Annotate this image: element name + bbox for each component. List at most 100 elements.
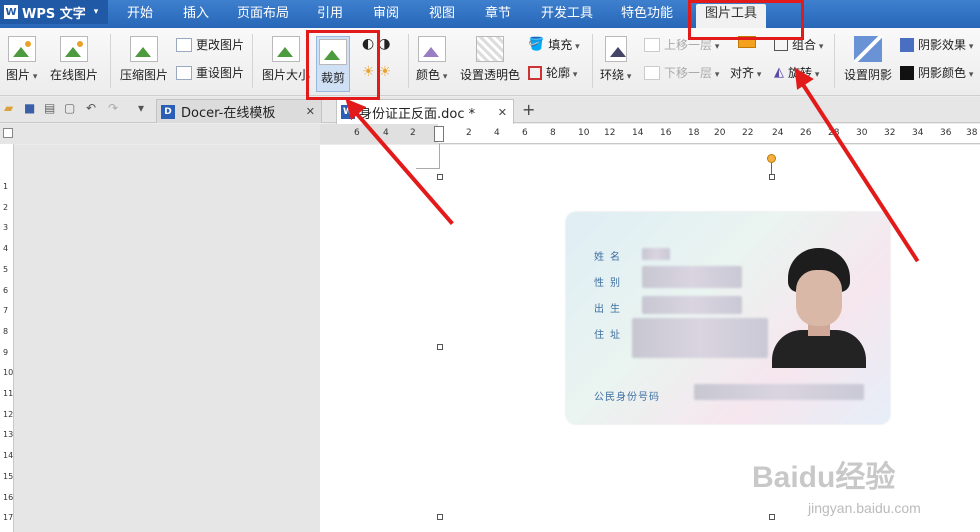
ruler-tick-label: 13 bbox=[3, 430, 14, 440]
document-tab-label: 身份证正反面.doc * bbox=[359, 106, 476, 122]
compress-picture-button[interactable]: 压缩图片 bbox=[120, 36, 168, 83]
ruler-tick-label: 2 bbox=[410, 128, 416, 138]
menu-tab-developer[interactable]: 开发工具 bbox=[534, 4, 600, 28]
brightness-down-icon: ☀ bbox=[378, 64, 392, 80]
id-card-image[interactable]: 姓名 性别 出生 住址 公民身份号码 bbox=[566, 212, 890, 424]
color-label: 颜色 bbox=[416, 66, 447, 83]
close-icon[interactable]: ✕ bbox=[306, 105, 315, 118]
compress-icon bbox=[130, 36, 158, 62]
ruler-tick-label: 9 bbox=[3, 347, 9, 357]
shadow-effect-icon bbox=[900, 37, 914, 52]
menu-tab-view[interactable]: 视图 bbox=[420, 4, 464, 28]
ruler-tick-label: 8 bbox=[550, 128, 556, 138]
fill-label: 填充 bbox=[548, 36, 579, 53]
chevron-down-icon: ▾ bbox=[93, 7, 99, 17]
birth-label: 出生 bbox=[594, 304, 626, 315]
shadow-effect-button[interactable]: 阴影效果 bbox=[900, 36, 973, 53]
resize-handle[interactable] bbox=[769, 174, 775, 180]
outline-button[interactable]: 轮廓 bbox=[528, 64, 577, 81]
print-preview-icon[interactable]: ▢ bbox=[64, 101, 78, 115]
menu-tab-review[interactable]: 审阅 bbox=[364, 4, 408, 28]
rotate-handle[interactable] bbox=[767, 154, 776, 163]
ruler-tick-label: 34 bbox=[912, 128, 924, 138]
ruler-tick-label: 20 bbox=[714, 128, 726, 138]
undo-icon[interactable]: ↶ bbox=[86, 101, 100, 115]
menu-tab-special[interactable]: 特色功能 bbox=[614, 4, 680, 28]
ribbon-divider bbox=[110, 34, 111, 88]
new-tab-button[interactable]: + bbox=[522, 100, 535, 119]
redo-icon[interactable]: ↷ bbox=[108, 101, 122, 115]
contrast-down-icon: ◑ bbox=[378, 36, 391, 52]
resize-handle[interactable] bbox=[437, 344, 443, 350]
ruler-tick-label: 11 bbox=[3, 389, 14, 398]
app-title: WPS 文字 bbox=[22, 6, 86, 22]
picture-button[interactable]: 图片 bbox=[6, 36, 37, 83]
docer-icon: D bbox=[161, 104, 175, 119]
page-corner-mark bbox=[416, 168, 440, 169]
app-menu-button[interactable]: W WPS 文字 ▾ bbox=[0, 0, 108, 24]
gender-value-blurred bbox=[642, 266, 742, 288]
reset-picture-button[interactable]: 重设图片 bbox=[176, 64, 244, 81]
wps-logo-icon: W bbox=[4, 5, 18, 19]
online-picture-icon bbox=[60, 36, 88, 62]
menu-tab-insert[interactable]: 插入 bbox=[174, 4, 218, 28]
set-shadow-button[interactable]: 设置阴影 bbox=[844, 36, 892, 83]
ruler-tick-label: 32 bbox=[884, 128, 896, 138]
ruler-tick-label: 8 bbox=[3, 326, 9, 336]
ruler-tick-label: 38 bbox=[966, 128, 978, 138]
annotation-box-picture-tools bbox=[688, 0, 804, 40]
ruler-tick-label: 6 bbox=[3, 285, 9, 295]
shadow-color-button[interactable]: 阴影颜色 bbox=[900, 64, 973, 81]
annotation-box-crop bbox=[306, 30, 380, 100]
open-folder-icon[interactable]: ▰ bbox=[4, 101, 18, 115]
ruler-corner bbox=[0, 124, 320, 144]
ruler-tick-label: 1 bbox=[3, 182, 9, 191]
ruler-tick-label: 12 bbox=[604, 128, 616, 138]
color-icon bbox=[417, 36, 446, 62]
outline-label: 轮廓 bbox=[546, 64, 577, 81]
tab-stop-selector[interactable] bbox=[3, 128, 13, 138]
menu-tab-home[interactable]: 开始 bbox=[118, 4, 162, 28]
online-picture-label: 在线图片 bbox=[50, 68, 99, 82]
shadow-effect-label: 阴影效果 bbox=[918, 36, 973, 53]
ruler-tick-label: 4 bbox=[383, 128, 389, 138]
change-picture-button[interactable]: 更改图片 bbox=[176, 36, 244, 53]
page-corner-mark bbox=[439, 144, 440, 168]
resize-handle[interactable] bbox=[437, 174, 443, 180]
tab-docer-templates[interactable]: D Docer-在线模板 ✕ bbox=[156, 99, 322, 123]
color-button[interactable]: 颜色 bbox=[416, 36, 447, 83]
menu-tab-chapter[interactable]: 章节 bbox=[476, 4, 520, 28]
set-transparent-button[interactable]: 设置透明色 bbox=[460, 36, 520, 83]
close-icon[interactable]: ✕ bbox=[498, 106, 507, 119]
shadow-color-label: 阴影颜色 bbox=[918, 64, 973, 81]
ruler-tick-label: 14 bbox=[632, 128, 644, 138]
align-button[interactable]: 对齐 bbox=[730, 64, 761, 81]
change-picture-icon bbox=[176, 37, 192, 52]
fill-button[interactable]: 🪣 填充 bbox=[528, 36, 580, 53]
online-picture-button[interactable]: 在线图片 bbox=[50, 36, 98, 83]
quick-access-dropdown-icon[interactable]: ▾ bbox=[138, 101, 152, 115]
compress-label: 压缩图片 bbox=[120, 68, 169, 82]
ruler-tick-label: 18 bbox=[688, 128, 700, 138]
baidu-watermark-url: jingyan.baidu.com bbox=[808, 500, 921, 516]
group-icon bbox=[774, 38, 788, 51]
menu-tab-page-layout[interactable]: 页面布局 bbox=[232, 4, 294, 28]
ruler-tick-label: 12 bbox=[3, 409, 14, 419]
ruler-tick-label: 16 bbox=[3, 492, 14, 502]
send-backward-button[interactable]: 下移一层 bbox=[644, 64, 719, 81]
menu-tab-references[interactable]: 引用 bbox=[308, 4, 352, 28]
picture-size-button[interactable]: 图片大小 bbox=[262, 36, 310, 83]
ruler-tick-label: 2 bbox=[3, 202, 9, 212]
indent-marker[interactable] bbox=[434, 126, 444, 142]
reset-picture-label: 重设图片 bbox=[196, 66, 245, 80]
change-picture-label: 更改图片 bbox=[196, 38, 245, 52]
resize-handle[interactable] bbox=[769, 514, 775, 520]
wrap-button[interactable]: 环绕 bbox=[600, 36, 631, 83]
ruler-tick-label: 10 bbox=[578, 128, 590, 138]
shadow-color-icon bbox=[900, 65, 914, 80]
birth-value-blurred bbox=[642, 296, 742, 314]
ruler-tick-label: 36 bbox=[940, 128, 952, 138]
resize-handle[interactable] bbox=[437, 514, 443, 520]
print-icon[interactable]: ▤ bbox=[44, 101, 58, 115]
save-icon[interactable]: ■ bbox=[24, 101, 38, 115]
